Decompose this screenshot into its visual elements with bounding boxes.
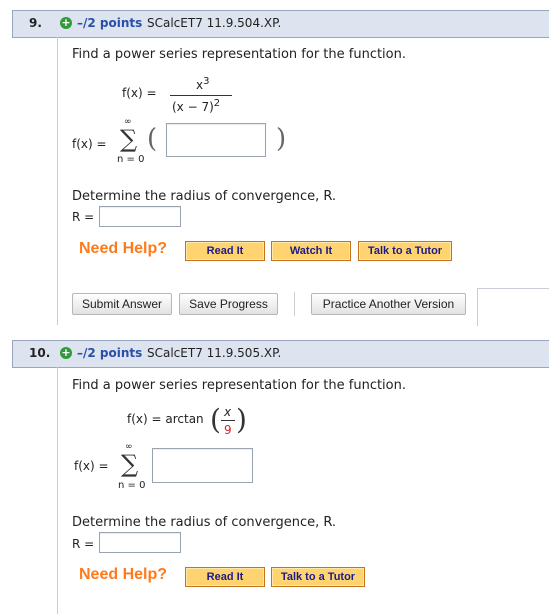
open-paren: ( <box>147 124 158 154</box>
question-number: 9. <box>29 16 42 30</box>
radius-prompt: Determine the radius of convergence, R. <box>72 189 337 204</box>
radius-input[interactable] <box>99 206 181 227</box>
denominator-base: (x − 7) <box>172 100 214 114</box>
submit-answer-button[interactable]: Submit Answer <box>72 293 172 315</box>
expand-plus-icon[interactable]: + <box>60 17 72 29</box>
button-divider <box>294 292 295 316</box>
radius-input[interactable] <box>99 532 181 553</box>
points-label: –/2 points <box>77 346 143 360</box>
series-term-input[interactable] <box>166 123 266 157</box>
radius-prompt: Determine the radius of convergence, R. <box>72 515 337 530</box>
fraction-bar <box>170 95 232 96</box>
read-it-button[interactable]: Read It <box>185 241 265 261</box>
question-prompt: Find a power series representation for t… <box>72 47 406 62</box>
talk-to-tutor-button[interactable]: Talk to a Tutor <box>358 241 452 261</box>
radius-label: R = <box>72 537 95 551</box>
expand-plus-icon[interactable]: + <box>60 347 72 359</box>
practice-another-version-button[interactable]: Practice Another Version <box>311 293 466 315</box>
watch-it-button[interactable]: Watch It <box>271 241 351 261</box>
denominator-exponent: 2 <box>213 98 221 109</box>
close-paren: ) <box>276 124 287 154</box>
question-10-header: 10. + –/2 points SCalcET7 11.9.505.XP. <box>12 340 549 368</box>
arctan-close-paren: ) <box>236 403 247 436</box>
arg-denominator: 9 <box>224 423 232 437</box>
sigma-lower-limit: n = 0 <box>118 480 146 491</box>
sigma-icon: ∑ <box>121 450 139 478</box>
function-label: f(x) = <box>122 86 157 100</box>
question-number: 10. <box>29 346 51 360</box>
series-lhs: f(x) = <box>72 137 107 151</box>
problem-code: SCalcET7 11.9.505.XP. <box>147 346 282 360</box>
question-9-body <box>57 37 549 325</box>
question-prompt: Find a power series representation for t… <box>72 378 406 393</box>
need-help-label: Need Help? <box>79 240 168 257</box>
problem-code: SCalcET7 11.9.504.XP. <box>147 16 282 30</box>
points-label: –/2 points <box>77 16 143 30</box>
footer-notch <box>477 288 549 326</box>
talk-to-tutor-button[interactable]: Talk to a Tutor <box>271 567 365 587</box>
question-9-header: 9. + –/2 points SCalcET7 11.9.504.XP. <box>12 10 549 38</box>
arctan-open-paren: ( <box>210 403 221 436</box>
series-lhs: f(x) = <box>74 459 109 473</box>
numerator-exponent: 3 <box>203 76 210 87</box>
arg-fraction-bar <box>221 420 235 421</box>
read-it-button[interactable]: Read It <box>185 567 265 587</box>
series-term-input[interactable] <box>152 448 253 483</box>
fraction-numerator: x3 <box>196 76 209 92</box>
arg-numerator: x <box>224 405 232 419</box>
function-label: f(x) = arctan <box>127 412 204 426</box>
save-progress-button[interactable]: Save Progress <box>179 293 278 315</box>
need-help-label: Need Help? <box>79 566 168 583</box>
fraction-denominator: (x − 7)2 <box>172 98 220 114</box>
radius-label: R = <box>72 210 95 224</box>
sigma-lower-limit: n = 0 <box>117 154 145 165</box>
sigma-icon: ∑ <box>120 125 138 153</box>
